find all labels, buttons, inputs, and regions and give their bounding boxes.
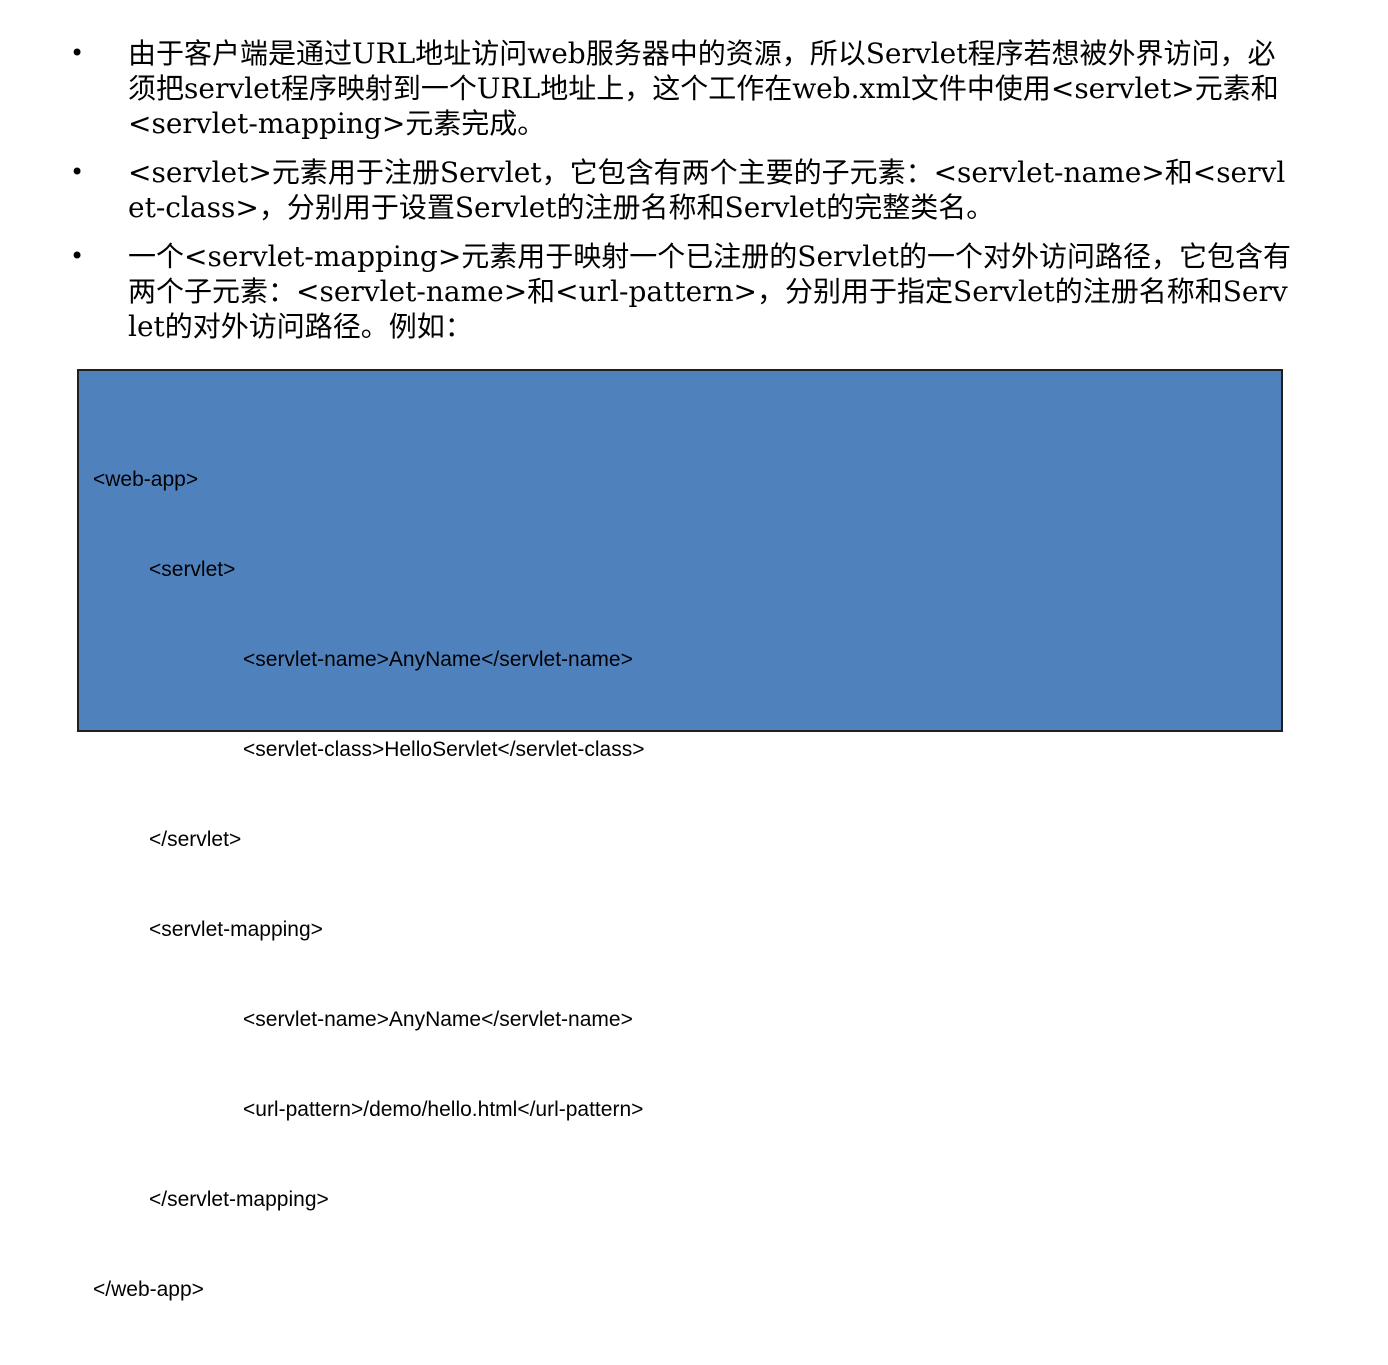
bullet-text: 一个<servlet-mapping>元素用于映射一个已注册的Servlet的一… <box>128 240 1292 343</box>
code-line-servlet-mapping-close: </servlet-mapping> <box>149 1188 329 1211</box>
code-line-url-pattern: <url-pattern>/demo/hello.html</url-patte… <box>243 1098 644 1121</box>
code-line-servlet-open: <servlet> <box>149 558 236 581</box>
bullet-icon: • <box>70 158 85 186</box>
code-line-web-app-open: <web-app> <box>93 468 199 491</box>
document-slide: • 由于客户端是通过URL地址访问web服务器中的资源，所以Servlet程序若… <box>0 0 1388 1301</box>
bullet-text: 由于客户端是通过URL地址访问web服务器中的资源，所以Servlet程序若想被… <box>128 37 1279 140</box>
bullet-item-servlet-element: • <servlet>元素用于注册Servlet，它包含有两个主要的子元素：<s… <box>70 155 1310 225</box>
bullet-item-servlet-mapping-element: • 一个<servlet-mapping>元素用于映射一个已注册的Servlet… <box>70 239 1310 344</box>
code-line-mapping-servlet-name: <servlet-name>AnyName</servlet-name> <box>243 1008 633 1031</box>
bullet-icon: • <box>70 242 85 270</box>
code-lines: <web-app> <servlet> <servlet-name>AnyNam… <box>93 405 644 1365</box>
bullet-list: • 由于客户端是通过URL地址访问web服务器中的资源，所以Servlet程序若… <box>70 36 1310 358</box>
bullet-text: <servlet>元素用于注册Servlet，它包含有两个主要的子元素：<ser… <box>128 156 1286 224</box>
bullet-item-servlet-mapping-intro: • 由于客户端是通过URL地址访问web服务器中的资源，所以Servlet程序若… <box>70 36 1310 141</box>
code-line-web-app-close: </web-app> <box>93 1278 204 1301</box>
bullet-icon: • <box>70 39 85 67</box>
code-line-servlet-class: <servlet-class>HelloServlet</servlet-cla… <box>243 738 645 761</box>
xml-code-example: <web-app> <servlet> <servlet-name>AnyNam… <box>77 369 1283 1301</box>
code-line-servlet-close: </servlet> <box>149 828 242 851</box>
code-line-servlet-name: <servlet-name>AnyName</servlet-name> <box>243 648 633 671</box>
code-line-servlet-mapping-open: <servlet-mapping> <box>149 918 323 941</box>
